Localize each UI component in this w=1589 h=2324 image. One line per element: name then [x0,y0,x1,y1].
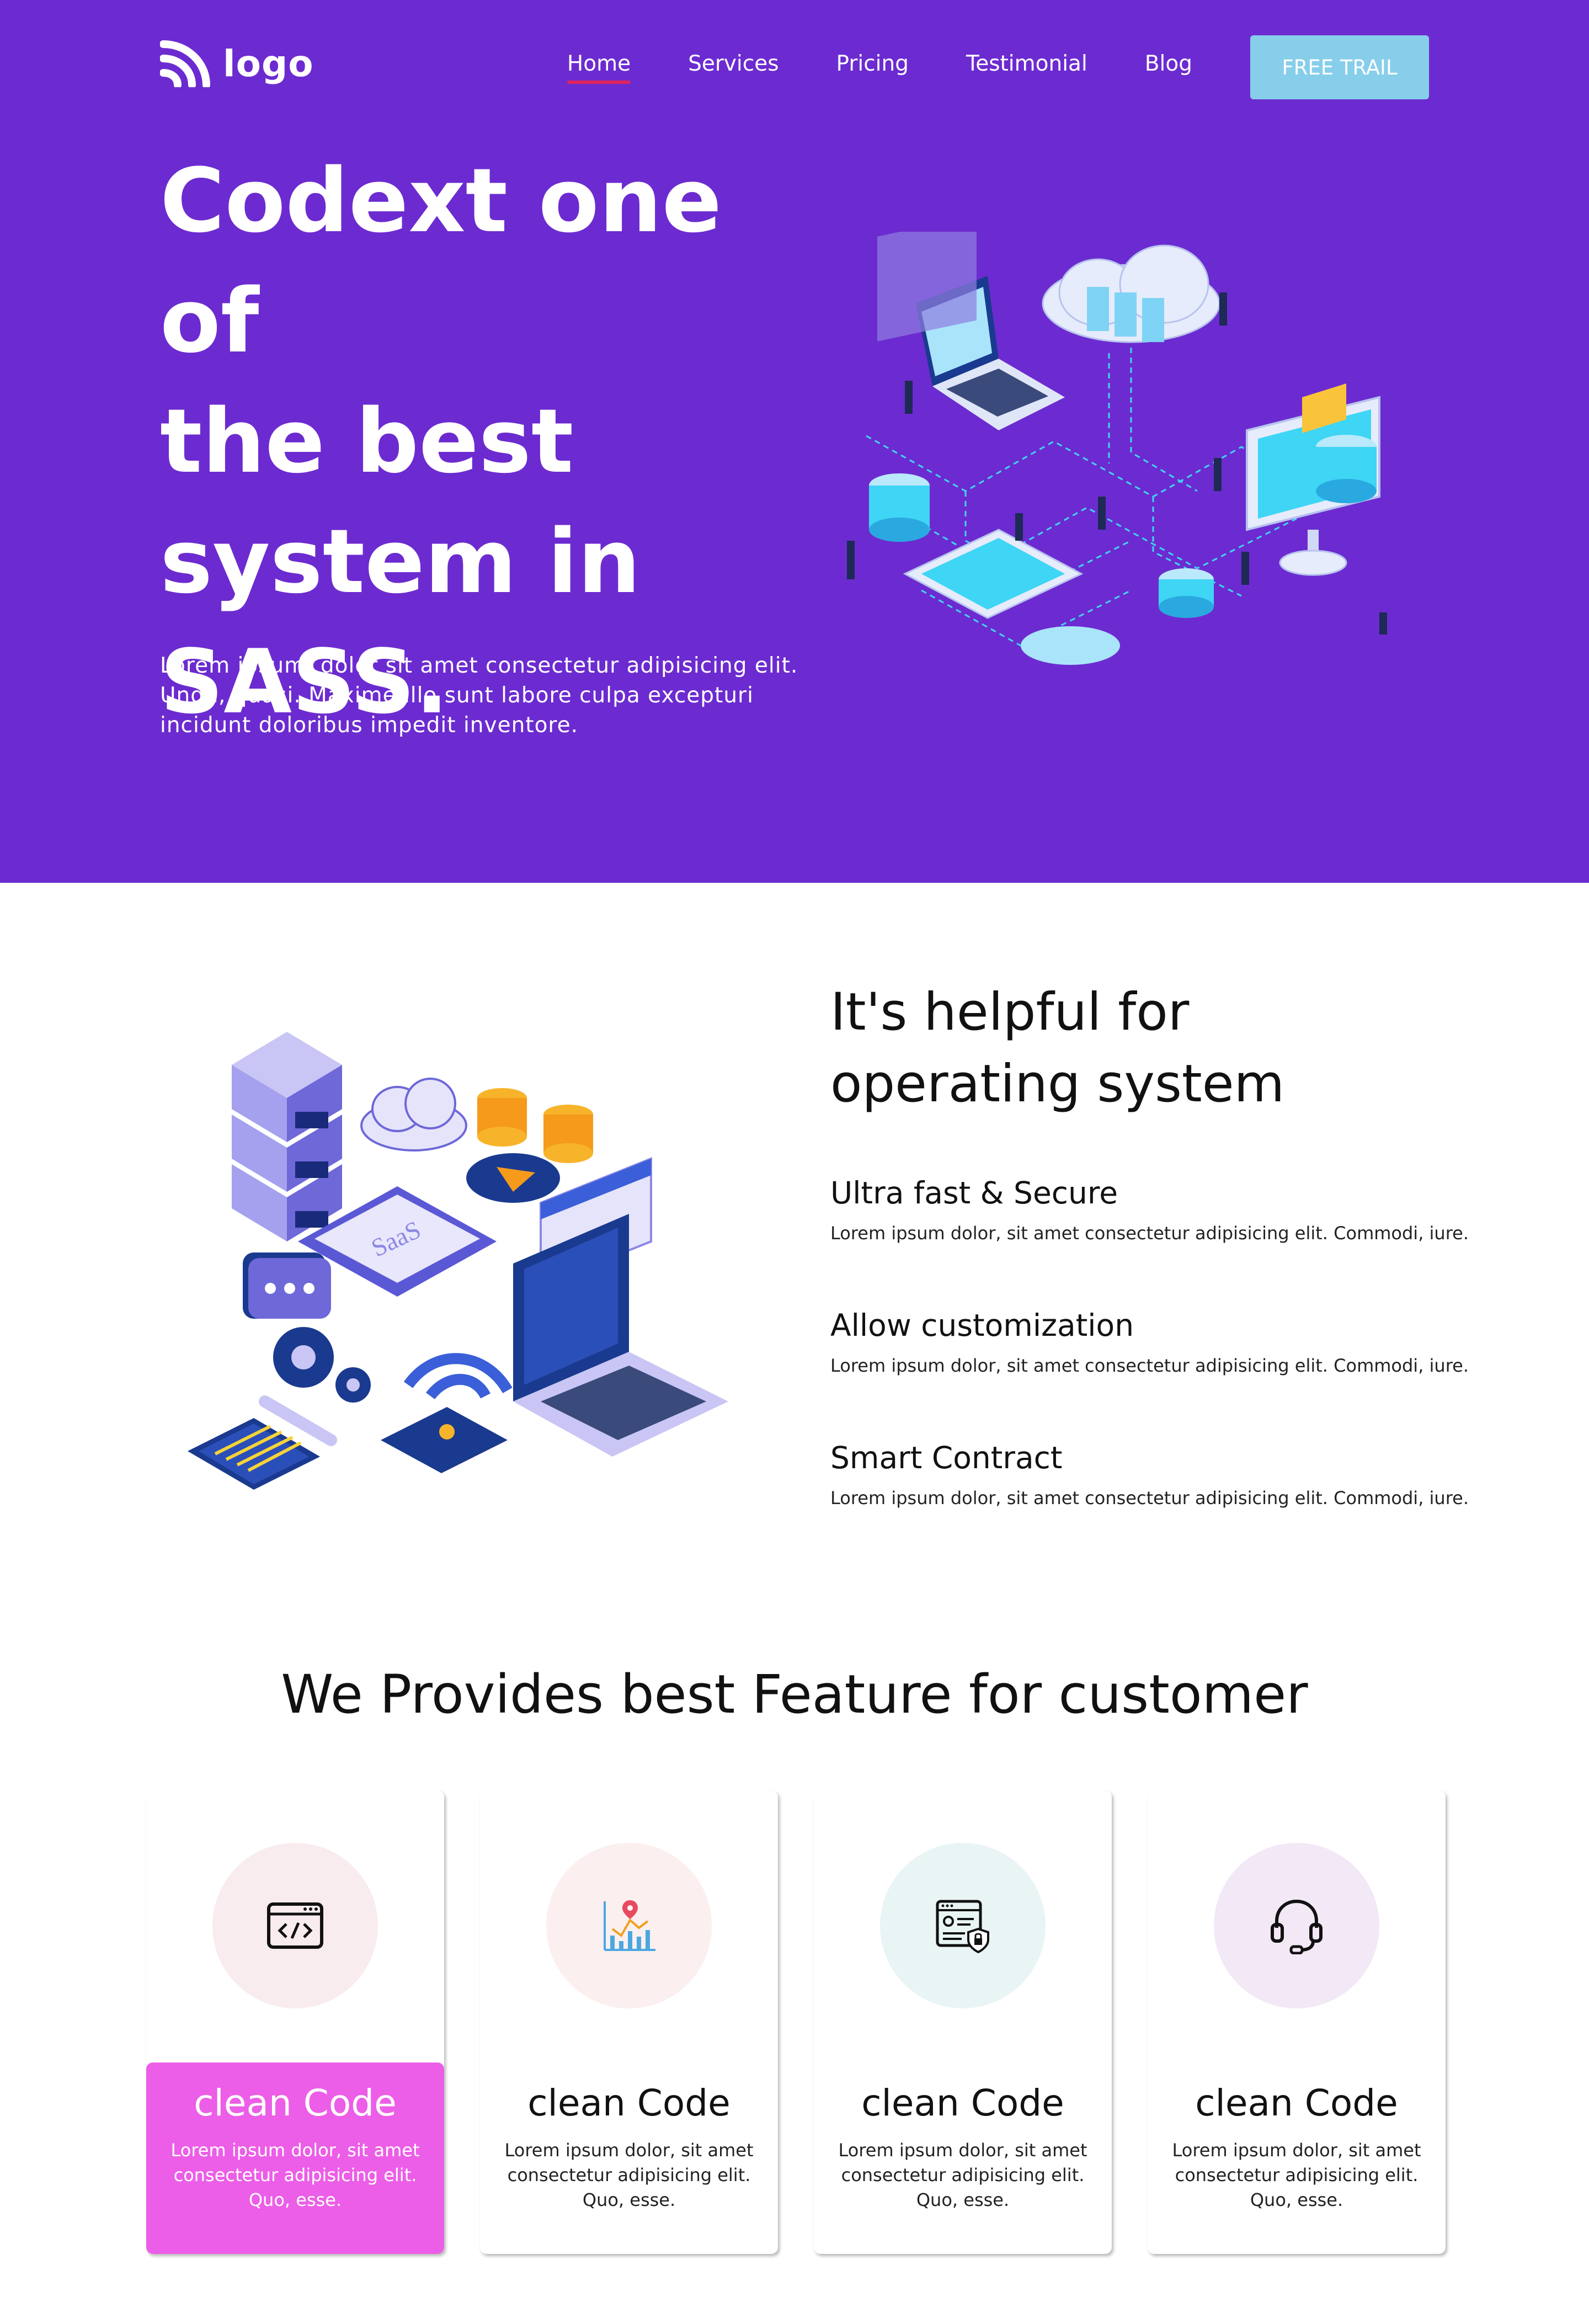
feature-card[interactable]: clean Code Lorem ipsum dolor, sit amet c… [814,1790,1112,2254]
free-trial-button[interactable]: FREE TRAIL [1250,35,1429,99]
card-text: Lorem ipsum dolor, sit amet consectetur … [504,2140,754,2210]
feature-card[interactable]: clean Code Lorem ipsum dolor, sit amet c… [1148,1790,1446,2254]
logo-text: logo [223,42,314,85]
card-title: clean Code [861,2082,1064,2124]
chart-location-icon [604,1900,655,1951]
icon-circle [546,1843,712,2008]
nav-menu: Home Services Pricing Testimonial Blog F… [510,35,1429,99]
chat-bubble-icon [243,1252,331,1319]
phone-platform-icon [903,529,1084,619]
notepad-icon [188,1395,337,1490]
card-body: clean Code Lorem ipsum dolor, sit amet c… [1148,2062,1446,2254]
card-text: Lorem ipsum dolor, sit amet consectetur … [170,2140,420,2210]
hero-description: Lorem ipsum, dolor sit amet consectetur … [160,653,798,738]
features-title: We Provides best Feature for customer [281,1664,1308,1725]
feature-card[interactable]: clean Code Lorem ipsum dolor, sit amet c… [480,1790,778,2254]
icon-circle [880,1843,1046,2008]
round-platform-icon [1021,626,1120,665]
feature-title: Smart Contract [830,1440,1063,1475]
top-nav: logo Home Services Pricing Testimonial B… [160,33,1429,105]
card-title: clean Code [527,2082,730,2124]
card-body: clean Code Lorem ipsum dolor, sit amet c… [146,2062,444,2254]
hero-section: logo Home Services Pricing Testimonial B… [0,0,1589,883]
feature-item: Allow customization Lorem ipsum dolor, s… [830,1308,1492,1376]
cloud-network-illustration [847,232,1387,665]
card-title: clean Code [194,2082,397,2124]
hero-title-line: system in [160,510,641,613]
card-body: clean Code Lorem ipsum dolor, sit amet c… [480,2062,778,2254]
wifi-card-icon [381,1353,513,1473]
helpful-title-line: operating system [830,1054,1285,1114]
icon-circle [212,1843,378,2008]
headset-icon [1271,1899,1323,1954]
card-body: clean Code Lorem ipsum dolor, sit amet c… [814,2062,1112,2254]
nav-home[interactable]: Home [567,51,631,84]
saas-illustration: SaaS [188,1032,728,1490]
icon-circle [1214,1843,1379,2008]
feature-text: Lorem ipsum dolor, sit amet consectetur … [830,1223,1469,1244]
card-text: Lorem ipsum dolor, sit amet consectetur … [1172,2140,1421,2210]
card-text: Lorem ipsum dolor, sit amet consectetur … [838,2140,1087,2210]
gear-icon [273,1327,371,1403]
feature-text: Lorem ipsum dolor, sit amet consectetur … [830,1488,1469,1509]
server-stack-icon [232,1032,342,1241]
feature-item: Ultra fast & Secure Lorem ipsum dolor, s… [830,1175,1492,1244]
nav-pricing[interactable]: Pricing [836,51,909,84]
feature-title: Ultra fast & Secure [830,1175,1118,1211]
logo[interactable]: logo [160,40,314,87]
secure-document-icon [936,1900,989,1954]
cloud-icon [360,1078,467,1152]
feature-item: Smart Contract Lorem ipsum dolor, sit am… [830,1440,1492,1509]
nav-blog[interactable]: Blog [1145,51,1192,84]
hero-title-line: the best [160,390,574,493]
nav-services[interactable]: Services [688,51,778,84]
hero-title-line: Codext one of [160,149,722,372]
logo-wifi-icon [160,40,210,87]
card-title: clean Code [1195,2082,1398,2124]
feature-card[interactable]: clean Code Lorem ipsum dolor, sit amet c… [146,1790,444,2254]
feature-title: Allow customization [830,1308,1134,1343]
helpful-title: It's helpful for operating system [830,977,1465,1120]
feature-text: Lorem ipsum dolor, sit amet consectetur … [830,1355,1469,1376]
laptop-icon [513,1214,728,1457]
code-window-icon [267,1902,323,1949]
helpful-title-line: It's helpful for [830,982,1190,1042]
play-button-icon [466,1153,560,1203]
coins-icon [477,1088,593,1163]
nav-testimonial[interactable]: Testimonial [966,51,1087,84]
